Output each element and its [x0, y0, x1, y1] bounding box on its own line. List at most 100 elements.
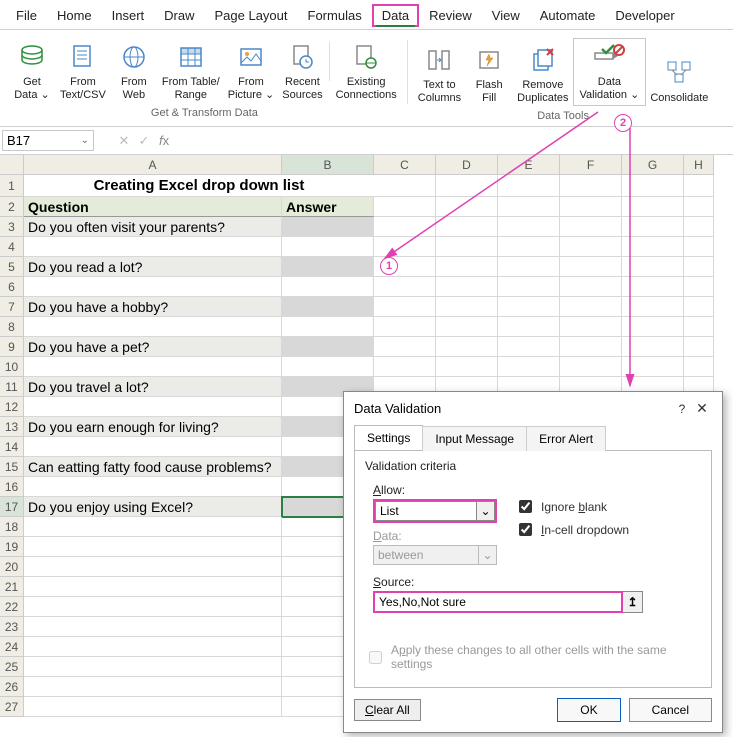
row-header[interactable]: 3	[0, 217, 24, 237]
cell[interactable]	[684, 257, 714, 277]
fx-icon[interactable]: fx	[154, 133, 174, 148]
cell[interactable]	[374, 317, 436, 337]
cell[interactable]	[374, 297, 436, 317]
dialog-tab-error-alert[interactable]: Error Alert	[526, 426, 606, 451]
existing-connections-button[interactable]: Existing Connections	[332, 38, 401, 103]
header-question[interactable]: Question	[24, 197, 282, 217]
from-text-csv-button[interactable]: From Text/CSV	[56, 38, 110, 103]
cell[interactable]	[374, 217, 436, 237]
col-header-h[interactable]: H	[684, 155, 714, 175]
cell[interactable]	[498, 337, 560, 357]
cell[interactable]	[24, 357, 282, 377]
cell[interactable]	[24, 617, 282, 637]
tab-page-layout[interactable]: Page Layout	[205, 4, 298, 27]
header-answer[interactable]: Answer	[282, 197, 374, 217]
cell[interactable]	[282, 237, 374, 257]
cell[interactable]	[24, 557, 282, 577]
question-cell[interactable]: Do you have a pet?	[24, 337, 282, 357]
cell[interactable]	[24, 397, 282, 417]
cell[interactable]	[436, 257, 498, 277]
title-cell[interactable]: Creating Excel drop down list	[24, 175, 374, 197]
cell[interactable]	[684, 337, 714, 357]
from-picture-button[interactable]: From Picture ⌄	[224, 38, 279, 103]
cell[interactable]	[622, 357, 684, 377]
cell[interactable]	[684, 175, 714, 197]
col-header-b[interactable]: B	[282, 155, 374, 175]
cell[interactable]	[498, 175, 560, 197]
col-header-c[interactable]: C	[374, 155, 436, 175]
row-header[interactable]: 14	[0, 437, 24, 457]
cell[interactable]	[374, 277, 436, 297]
ignore-blank-checkbox[interactable]: Ignore blank	[515, 497, 629, 516]
question-cell[interactable]: Do you have a hobby?	[24, 297, 282, 317]
cell[interactable]	[498, 257, 560, 277]
allow-combo[interactable]: List ⌄	[373, 499, 497, 523]
cell[interactable]	[684, 277, 714, 297]
cell[interactable]	[622, 277, 684, 297]
in-cell-dropdown-checkbox[interactable]: In-cell dropdown	[515, 520, 629, 539]
tab-home[interactable]: Home	[47, 4, 102, 27]
row-header[interactable]: 17	[0, 497, 24, 517]
chevron-down-icon[interactable]: ⌄	[477, 501, 495, 521]
cell[interactable]	[282, 357, 374, 377]
cell[interactable]	[560, 217, 622, 237]
cell[interactable]	[622, 317, 684, 337]
cell[interactable]	[24, 657, 282, 677]
select-all-corner[interactable]	[0, 155, 24, 175]
cell[interactable]	[282, 277, 374, 297]
cell[interactable]	[436, 277, 498, 297]
cell[interactable]	[24, 577, 282, 597]
answer-cell[interactable]	[282, 217, 374, 237]
cancel-button[interactable]: Cancel	[629, 698, 712, 722]
flash-fill-button[interactable]: Flash Fill	[465, 41, 513, 106]
tab-data[interactable]: Data	[372, 4, 419, 27]
question-cell[interactable]: Do you often visit your parents?	[24, 217, 282, 237]
row-header[interactable]: 20	[0, 557, 24, 577]
close-icon[interactable]: ✕	[692, 400, 712, 417]
cell[interactable]	[436, 217, 498, 237]
cell[interactable]	[24, 537, 282, 557]
source-input[interactable]: Yes,No,Not sure ↥	[373, 591, 643, 613]
tab-formulas[interactable]: Formulas	[298, 4, 372, 27]
clear-all-button[interactable]: Clear All	[354, 699, 421, 721]
cell[interactable]	[498, 197, 560, 217]
cell[interactable]	[622, 237, 684, 257]
col-header-g[interactable]: G	[622, 155, 684, 175]
range-picker-icon[interactable]: ↥	[623, 591, 643, 613]
row-header[interactable]: 19	[0, 537, 24, 557]
cell[interactable]	[24, 517, 282, 537]
cell[interactable]	[498, 297, 560, 317]
row-header[interactable]: 13	[0, 417, 24, 437]
cell[interactable]	[374, 237, 436, 257]
cell[interactable]	[684, 237, 714, 257]
cell[interactable]	[436, 237, 498, 257]
cell[interactable]	[374, 197, 436, 217]
tab-automate[interactable]: Automate	[530, 4, 606, 27]
tab-draw[interactable]: Draw	[154, 4, 204, 27]
cell[interactable]	[560, 175, 622, 197]
row-header[interactable]: 1	[0, 175, 24, 197]
cell[interactable]	[622, 297, 684, 317]
row-header[interactable]: 2	[0, 197, 24, 217]
cell[interactable]	[436, 357, 498, 377]
cell[interactable]	[684, 357, 714, 377]
cell[interactable]	[622, 175, 684, 197]
row-header[interactable]: 9	[0, 337, 24, 357]
cell[interactable]	[622, 337, 684, 357]
cell[interactable]	[374, 337, 436, 357]
answer-cell[interactable]	[282, 257, 374, 277]
cell[interactable]	[436, 175, 498, 197]
row-header[interactable]: 6	[0, 277, 24, 297]
cell[interactable]	[436, 317, 498, 337]
cell[interactable]	[560, 297, 622, 317]
row-header[interactable]: 15	[0, 457, 24, 477]
remove-duplicates-button[interactable]: Remove Duplicates	[513, 41, 572, 106]
cell[interactable]	[24, 437, 282, 457]
question-cell[interactable]: Do you earn enough for living?	[24, 417, 282, 437]
cell[interactable]	[622, 257, 684, 277]
cell[interactable]	[24, 637, 282, 657]
cell[interactable]	[684, 197, 714, 217]
cell[interactable]	[24, 277, 282, 297]
row-header[interactable]: 25	[0, 657, 24, 677]
formula-input[interactable]	[174, 132, 731, 149]
